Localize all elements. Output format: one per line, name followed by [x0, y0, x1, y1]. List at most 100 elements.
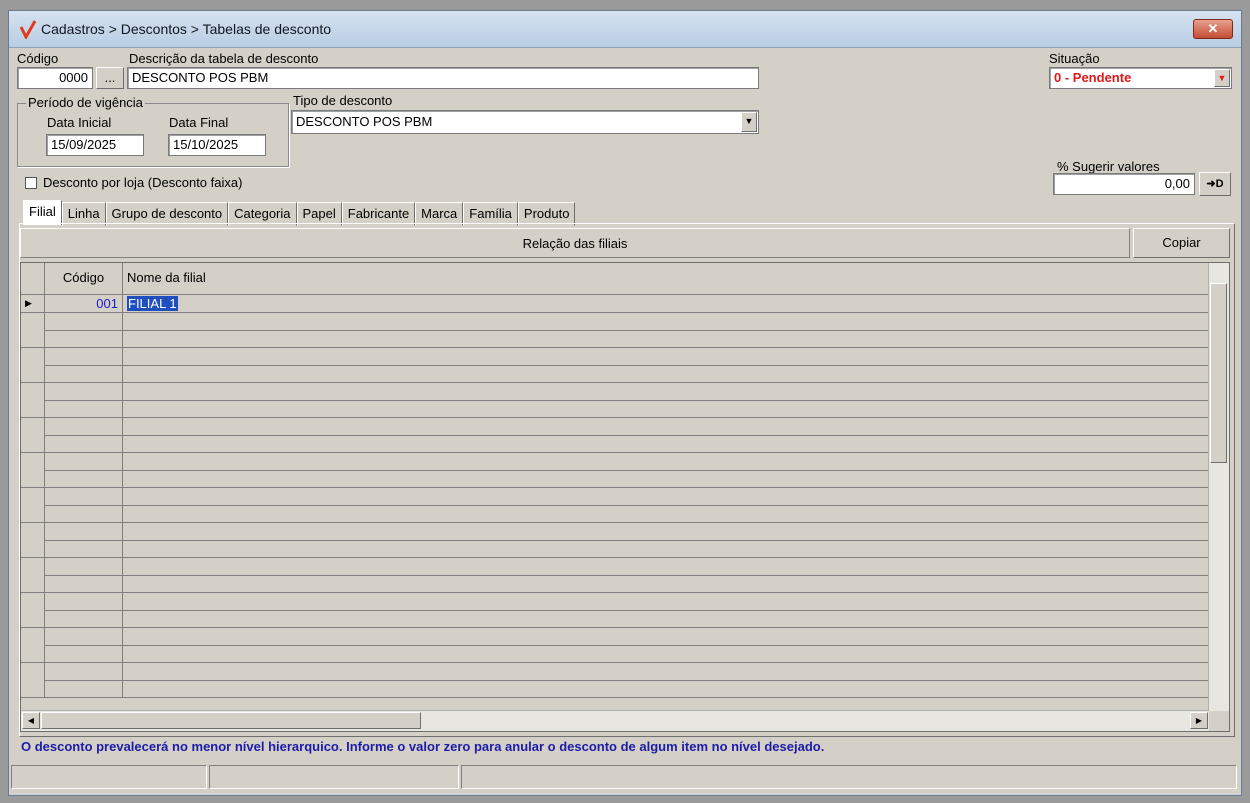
cell-nome[interactable] — [123, 610, 1209, 628]
table-row[interactable] — [21, 522, 1209, 541]
cell-nome[interactable] — [123, 627, 1209, 646]
cell-codigo[interactable] — [45, 452, 123, 471]
table-row[interactable] — [21, 452, 1209, 471]
cell-nome[interactable] — [123, 312, 1209, 331]
data-inicial-field[interactable]: 15/09/2025 — [46, 134, 144, 156]
table-row[interactable] — [21, 662, 1209, 681]
cell-nome[interactable] — [123, 645, 1209, 663]
table-row[interactable] — [21, 417, 1209, 436]
codigo-lookup-button[interactable]: ... — [96, 67, 124, 89]
cell-codigo[interactable] — [45, 435, 123, 453]
horizontal-scrollbar[interactable]: ◀ ▶ — [21, 710, 1209, 731]
cell-codigo[interactable] — [45, 575, 123, 593]
cell-nome[interactable] — [123, 330, 1209, 348]
cell-codigo[interactable] — [45, 487, 123, 506]
cell-nome[interactable] — [123, 452, 1209, 471]
cell-codigo[interactable] — [45, 540, 123, 558]
col-codigo-header[interactable]: Código — [45, 263, 123, 295]
apply-suggest-button[interactable]: ➜D — [1199, 172, 1231, 196]
table-row[interactable] — [21, 575, 1209, 593]
cell-nome[interactable] — [123, 662, 1209, 681]
cell-codigo[interactable] — [45, 312, 123, 331]
cell-nome[interactable] — [123, 435, 1209, 453]
table-row[interactable] — [21, 470, 1209, 488]
data-final-field[interactable]: 15/10/2025 — [168, 134, 266, 156]
filiais-grid[interactable]: Código Nome da filial ▶ 001 FILIAL 1 ◀ ▶ — [20, 262, 1230, 732]
chevron-down-icon[interactable]: ▼ — [1214, 69, 1230, 87]
cell-nome[interactable] — [123, 575, 1209, 593]
horizontal-scroll-thumb[interactable] — [41, 712, 421, 729]
grid-title-bar: Relação das filiais — [20, 228, 1130, 258]
cell-nome[interactable] — [123, 347, 1209, 366]
descricao-field[interactable]: DESCONTO POS PBM — [127, 67, 759, 89]
cell-nome[interactable] — [123, 557, 1209, 576]
chevron-down-icon[interactable]: ▼ — [741, 112, 757, 132]
desconto-loja-checkbox[interactable] — [25, 177, 37, 189]
col-nome-header[interactable]: Nome da filial — [123, 263, 1209, 295]
table-row[interactable] — [21, 312, 1209, 331]
cell-nome[interactable] — [123, 382, 1209, 401]
selected-text: FILIAL 1 — [127, 296, 178, 311]
cell-codigo[interactable] — [45, 470, 123, 488]
cell-nome[interactable] — [123, 522, 1209, 541]
cell-nome[interactable] — [123, 592, 1209, 611]
table-row[interactable]: ▶ 001 FILIAL 1 — [21, 295, 1209, 313]
cell-codigo[interactable]: 001 — [45, 295, 123, 313]
cell-codigo[interactable] — [45, 347, 123, 366]
table-row[interactable] — [21, 365, 1209, 383]
cell-nome[interactable] — [123, 540, 1209, 558]
cell-codigo[interactable] — [45, 680, 123, 698]
situacao-select[interactable]: 0 - Pendente ▼ — [1049, 67, 1232, 89]
table-row[interactable] — [21, 435, 1209, 453]
row-indicator — [21, 627, 45, 646]
cell-codigo[interactable] — [45, 592, 123, 611]
sugerir-field[interactable]: 0,00 — [1053, 173, 1195, 195]
table-row[interactable] — [21, 347, 1209, 366]
cell-nome[interactable] — [123, 470, 1209, 488]
codigo-field[interactable]: 0000 — [17, 67, 93, 89]
table-row[interactable] — [21, 680, 1209, 698]
vertical-scroll-thumb[interactable] — [1210, 283, 1227, 463]
copy-button[interactable]: Copiar — [1133, 228, 1230, 258]
cell-codigo[interactable] — [45, 610, 123, 628]
cell-codigo[interactable] — [45, 417, 123, 436]
cell-codigo[interactable] — [45, 365, 123, 383]
table-row[interactable] — [21, 400, 1209, 418]
table-row[interactable] — [21, 645, 1209, 663]
row-indicator — [21, 452, 45, 471]
vertical-scrollbar[interactable] — [1208, 263, 1229, 711]
cell-nome[interactable]: FILIAL 1 — [123, 295, 1209, 313]
cell-codigo[interactable] — [45, 557, 123, 576]
row-indicator — [21, 645, 45, 663]
tipo-select[interactable]: DESCONTO POS PBM ▼ — [291, 110, 759, 134]
cell-nome[interactable] — [123, 400, 1209, 418]
cell-codigo[interactable] — [45, 330, 123, 348]
table-row[interactable] — [21, 557, 1209, 576]
cell-codigo[interactable] — [45, 400, 123, 418]
table-row[interactable] — [21, 592, 1209, 611]
scroll-right-icon[interactable]: ▶ — [1190, 712, 1208, 729]
table-row[interactable] — [21, 610, 1209, 628]
row-indicator — [21, 557, 45, 576]
table-row[interactable] — [21, 505, 1209, 523]
table-row[interactable] — [21, 627, 1209, 646]
cell-nome[interactable] — [123, 505, 1209, 523]
table-row[interactable] — [21, 487, 1209, 506]
scroll-left-icon[interactable]: ◀ — [22, 712, 40, 729]
cell-codigo[interactable] — [45, 382, 123, 401]
cell-nome[interactable] — [123, 417, 1209, 436]
cell-codigo[interactable] — [45, 522, 123, 541]
tab-filial[interactable]: Filial — [23, 200, 62, 225]
table-row[interactable] — [21, 330, 1209, 348]
cell-codigo[interactable] — [45, 662, 123, 681]
table-row[interactable] — [21, 382, 1209, 401]
sugerir-label: % Sugerir valores — [1057, 159, 1160, 174]
cell-codigo[interactable] — [45, 505, 123, 523]
table-row[interactable] — [21, 540, 1209, 558]
cell-nome[interactable] — [123, 365, 1209, 383]
cell-codigo[interactable] — [45, 627, 123, 646]
close-button[interactable]: ✕ — [1193, 19, 1233, 39]
cell-nome[interactable] — [123, 487, 1209, 506]
cell-nome[interactable] — [123, 680, 1209, 698]
cell-codigo[interactable] — [45, 645, 123, 663]
